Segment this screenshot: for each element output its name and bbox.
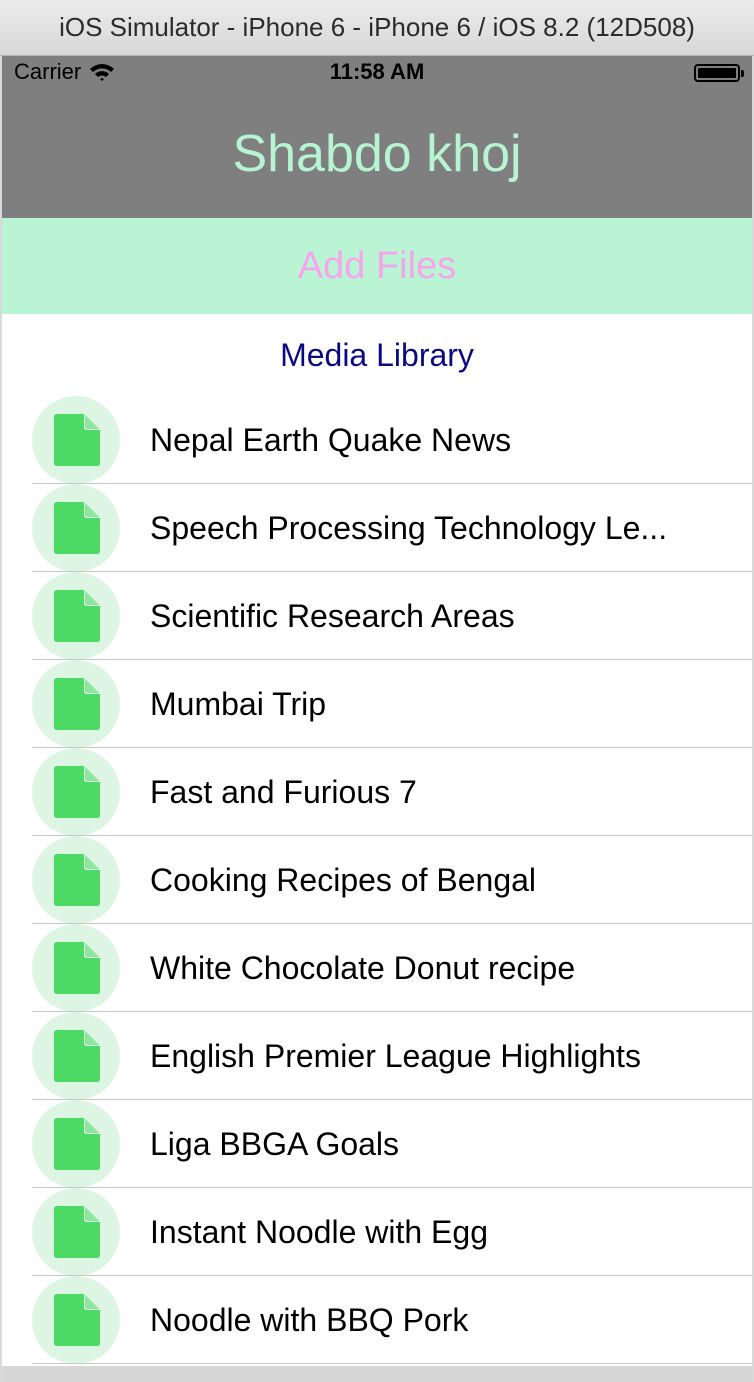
media-library-list[interactable]: Nepal Earth Quake News Speech Processing … [2, 396, 752, 1364]
add-files-button[interactable]: Add Files [2, 218, 752, 314]
list-item[interactable]: Scientific Research Areas [2, 572, 752, 660]
list-item[interactable]: Cooking Recipes of Bengal [2, 836, 752, 924]
status-time: 11:58 AM [329, 59, 425, 84]
document-icon [32, 396, 120, 484]
list-item[interactable]: Instant Noodle with Egg [2, 1188, 752, 1276]
list-item[interactable]: Fast and Furious 7 [2, 748, 752, 836]
list-item-title: English Premier League Highlights [150, 1038, 641, 1074]
list-item-title: White Chocolate Donut recipe [150, 950, 576, 986]
list-item-title: Scientific Research Areas [150, 598, 515, 634]
list-item-title: Instant Noodle with Egg [150, 1214, 488, 1250]
document-icon [32, 748, 120, 836]
document-icon [32, 660, 120, 748]
document-icon [32, 836, 120, 924]
screen-bottom-edge [2, 1366, 752, 1382]
document-icon [32, 1012, 120, 1100]
list-item-title: Noodle with BBQ Pork [150, 1302, 469, 1338]
list-item[interactable]: Nepal Earth Quake News [2, 396, 752, 484]
list-item-title: Nepal Earth Quake News [150, 422, 512, 458]
list-item[interactable]: English Premier League Highlights [2, 1012, 752, 1100]
list-item-title: Mumbai Trip [150, 686, 327, 722]
document-icon [32, 1188, 120, 1276]
app-title: Shabdo khoj [232, 125, 522, 183]
document-icon [32, 1276, 120, 1364]
list-item[interactable]: Mumbai Trip [2, 660, 752, 748]
document-icon [32, 924, 120, 1012]
list-item-title: Cooking Recipes of Bengal [150, 862, 537, 898]
list-item[interactable]: Speech Processing Technology Le... [2, 484, 752, 572]
list-item[interactable]: Noodle with BBQ Pork [2, 1276, 752, 1364]
navigation-bar: Shabdo khoj [2, 96, 752, 218]
list-item[interactable]: Liga BBGA Goals [2, 1100, 752, 1188]
simulator-window-title: iOS Simulator - iPhone 6 - iPhone 6 / iO… [0, 0, 754, 56]
battery-icon [694, 64, 744, 82]
document-icon [32, 484, 120, 572]
list-item-title: Fast and Furious 7 [150, 774, 417, 810]
phone-screen: Carrier 11:58 AM Shabdo khoj Add Files M… [2, 56, 752, 1382]
document-icon [32, 572, 120, 660]
list-item-title: Speech Processing Technology Le... [150, 510, 668, 546]
list-item[interactable]: White Chocolate Donut recipe [2, 924, 752, 1012]
document-icon [32, 1100, 120, 1188]
media-library-header: Media Library [280, 336, 474, 373]
status-bar: Carrier 11:58 AM [2, 56, 752, 96]
list-item-title: Liga BBGA Goals [150, 1126, 400, 1162]
